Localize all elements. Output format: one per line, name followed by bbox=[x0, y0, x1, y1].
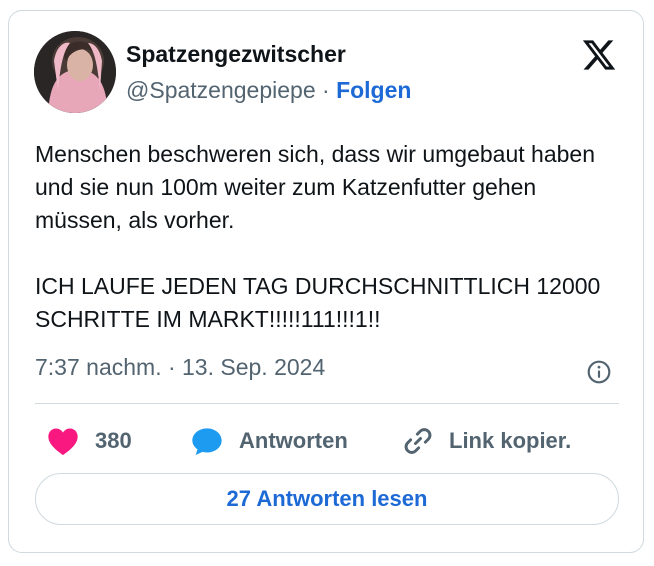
heart-icon bbox=[48, 428, 78, 456]
tweet-text: Menschen beschweren sich, dass wir umgeb… bbox=[35, 138, 625, 336]
copy-link-label: Link kopier. bbox=[449, 428, 572, 453]
link-icon bbox=[404, 428, 432, 454]
copy-link-button[interactable]: Link kopier. bbox=[403, 423, 571, 459]
divider bbox=[35, 403, 619, 404]
speech-bubble-icon bbox=[192, 428, 222, 455]
user-handle[interactable]: @Spatzengepiepe bbox=[126, 77, 316, 103]
info-icon[interactable] bbox=[586, 359, 612, 385]
handle-row: @Spatzengepiepe · Folgen bbox=[126, 77, 411, 104]
tweet-timestamp[interactable]: 7:37 nachm. · 13. Sep. 2024 bbox=[35, 354, 325, 381]
handle-separator: · bbox=[315, 77, 337, 103]
tweet-paragraph: Menschen beschweren sich, dass wir umgeb… bbox=[35, 141, 595, 233]
like-button[interactable]: 380 bbox=[47, 423, 132, 459]
read-replies-button[interactable]: 27 Antworten lesen bbox=[35, 473, 619, 525]
display-name[interactable]: Spatzengezwitscher bbox=[126, 41, 346, 68]
reply-label: Antworten bbox=[239, 428, 348, 453]
x-logo-icon[interactable] bbox=[579, 37, 619, 73]
follow-button[interactable]: Folgen bbox=[336, 77, 411, 103]
reply-button[interactable]: Antworten bbox=[191, 423, 348, 459]
avatar[interactable] bbox=[34, 31, 116, 113]
like-count: 380 bbox=[95, 428, 132, 453]
avatar-image bbox=[34, 31, 116, 113]
tweet-card: Spatzengezwitscher @Spatzengepiepe · Fol… bbox=[8, 10, 644, 553]
tweet-paragraph: ICH LAUFE JEDEN TAG DURCHSCHNITTLICH 120… bbox=[35, 273, 601, 332]
